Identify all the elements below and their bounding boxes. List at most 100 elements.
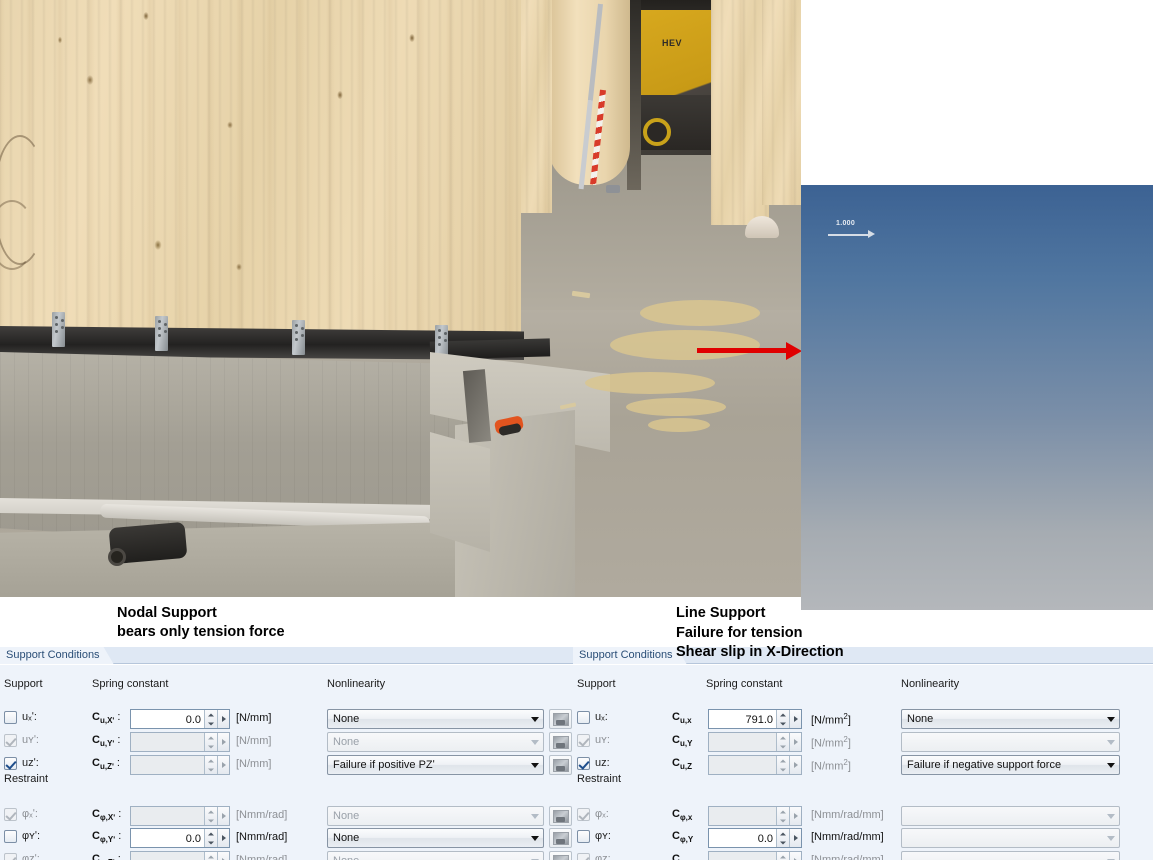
chevron-down-icon: [1102, 836, 1119, 841]
support-unit-0: [N/mm2]: [811, 712, 851, 727]
restraint-label-2: φᴢ:: [595, 853, 611, 860]
restraint-spring-constant-label-0: Cφ,x: [672, 808, 693, 823]
nonlinearity-value: None: [333, 810, 360, 822]
stepper-more-icon[interactable]: [217, 829, 229, 847]
stepper-up-down[interactable]: [776, 710, 789, 728]
tab-support-conditions[interactable]: Support Conditions: [0, 647, 114, 664]
nonlinearity-value: None: [907, 713, 934, 725]
support-checkbox-2[interactable]: [4, 757, 17, 770]
support-checkbox-2[interactable]: [577, 757, 590, 770]
stepper-up-down: [204, 756, 217, 774]
stepper-more-icon[interactable]: [789, 710, 801, 728]
tab-support-conditions[interactable]: Support Conditions: [573, 647, 687, 664]
photo-concrete-step: [430, 432, 490, 552]
support-nonlinearity-select-1: [901, 732, 1120, 752]
diagram-icon: [553, 736, 569, 749]
support-spring-constant-input-0[interactable]: 0.0: [130, 709, 230, 729]
spring-constant-value: [709, 756, 776, 774]
restraint-spring-constant-input-1[interactable]: 0.0: [130, 828, 230, 848]
restraint-checkbox-1[interactable]: [577, 830, 590, 843]
photo-sawdust: [640, 300, 760, 326]
photo-angle-bracket: [292, 320, 305, 355]
photo-sawdust: [610, 330, 760, 360]
restraint-nonlinearity-diagram-button-2[interactable]: [549, 851, 572, 860]
construction-site-photo: HEV: [0, 0, 801, 597]
spring-constant-value[interactable]: 0.0: [131, 829, 204, 847]
restraint-nonlinearity-diagram-button-1[interactable]: [549, 828, 572, 848]
chevron-down-icon: [1102, 763, 1119, 768]
view-scale-label: 1.000: [836, 220, 856, 227]
restraint-unit-1: [Nmm/rad]: [236, 831, 288, 843]
stepper-more-icon: [217, 756, 229, 774]
stepper-more-icon: [217, 852, 229, 860]
support-nonlinearity-select-2[interactable]: Failure if negative support force: [901, 755, 1120, 775]
caption-line: Shear slip in X-Direction: [676, 644, 844, 660]
photo-clt-panel-right-1: [711, 0, 769, 225]
spring-constant-value: [709, 807, 776, 825]
panel-body: Support Spring constant Nonlinearity Restra…: [0, 664, 575, 860]
photo-clt-panel-right-2: [762, 0, 801, 205]
stepper-up-down: [776, 733, 789, 751]
restraint-spring-constant-input-1[interactable]: 0.0: [708, 828, 802, 848]
chevron-down-icon: [526, 740, 543, 745]
support-checkbox-0[interactable]: [577, 711, 590, 724]
dialog-nodal-support: Support Conditions Support Spring constant…: [0, 647, 575, 860]
support-spring-constant-input-0[interactable]: 791.0: [708, 709, 802, 729]
support-nonlinearity-diagram-button-2[interactable]: [549, 755, 572, 775]
photo-sawdust: [585, 372, 715, 394]
spring-constant-value[interactable]: 0.0: [131, 710, 204, 728]
restraint-nonlinearity-select-0: None: [327, 806, 544, 826]
photo-membrane-roll-end: [108, 548, 126, 566]
restraint-unit-0: [Nmm/rad]: [236, 809, 288, 821]
caption-line: Nodal Support: [117, 605, 217, 621]
photo-telehandler-wheel: [643, 118, 671, 146]
stepper-more-icon[interactable]: [789, 829, 801, 847]
support-label-2: uᴢ:: [595, 757, 610, 769]
photo-angle-bracket: [52, 312, 65, 347]
spring-constant-value: [131, 807, 204, 825]
chevron-down-icon: [1102, 814, 1119, 819]
spring-constant-value[interactable]: 791.0: [709, 710, 776, 728]
structural-model-viewport[interactable]: ⋀⋁| ⋀⋁| ⋀⋁|: [801, 185, 1153, 610]
column-header-nonlinearity: Nonlinearity: [327, 678, 386, 690]
photo-clt-panel-edge: [516, 0, 552, 213]
restraint-nonlinearity-diagram-button-0[interactable]: [549, 806, 572, 826]
spring-constant-value[interactable]: 0.0: [709, 829, 776, 847]
support-unit-1: [N/mm]: [236, 735, 272, 747]
support-unit-2: [N/mm2]: [811, 758, 851, 773]
support-unit-1: [N/mm2]: [811, 735, 851, 750]
view-scale-arrow-line: [828, 234, 870, 236]
stepper-up-down[interactable]: [204, 829, 217, 847]
support-spring-constant-label-0: Cu,Xʹ :: [92, 711, 121, 726]
red-annotation-arrow: [697, 348, 789, 353]
restraint-nonlinearity-select-2: [901, 851, 1120, 860]
photo-pencil-mark-2: [0, 200, 34, 270]
section-header-restraint: Restraint: [4, 773, 49, 785]
restraint-checkbox-0: [577, 808, 590, 821]
support-nonlinearity-diagram-button-0[interactable]: [549, 709, 572, 729]
chevron-down-icon: [1102, 740, 1119, 745]
nonlinearity-value: Failure if negative support force: [907, 759, 1062, 771]
support-spring-constant-input-2: [130, 755, 230, 775]
restraint-nonlinearity-select-1[interactable]: None: [327, 828, 544, 848]
support-checkbox-0[interactable]: [4, 711, 17, 724]
stepper-up-down[interactable]: [776, 829, 789, 847]
support-nonlinearity-select-0[interactable]: None: [327, 709, 544, 729]
support-spring-constant-label-1: Cu,Yʹ :: [92, 734, 121, 749]
support-spring-constant-input-1: [130, 732, 230, 752]
restraint-checkbox-1[interactable]: [4, 830, 17, 843]
chevron-down-icon: [526, 814, 543, 819]
white-filler-area: [801, 0, 1153, 185]
stepper-more-icon: [789, 733, 801, 751]
support-nonlinearity-select-2[interactable]: Failure if positive PZʹ: [327, 755, 544, 775]
photo-clt-wall-panel-main: [0, 0, 521, 345]
photo-sawdust: [648, 418, 710, 432]
stepper-up-down[interactable]: [204, 710, 217, 728]
support-label-0: uₓʹ:: [22, 711, 37, 723]
support-nonlinearity-diagram-button-1[interactable]: [549, 732, 572, 752]
spring-constant-value: [709, 733, 776, 751]
support-nonlinearity-select-0[interactable]: None: [901, 709, 1120, 729]
column-header-support: Support: [4, 678, 43, 690]
stepper-more-icon[interactable]: [217, 710, 229, 728]
stepper-up-down: [776, 807, 789, 825]
